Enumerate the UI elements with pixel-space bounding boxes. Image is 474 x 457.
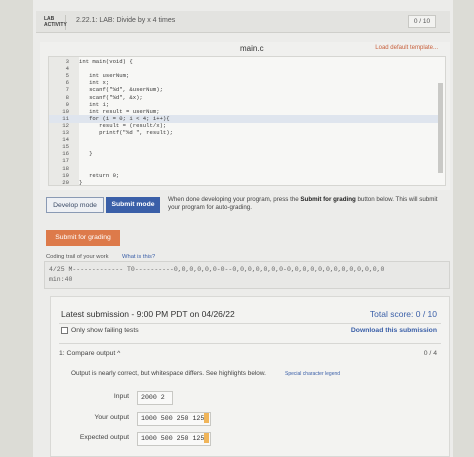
help-prefix: When done developing your program, press… — [168, 196, 301, 203]
code-text: printf("%d ", result); — [79, 129, 173, 136]
expected-output-label: Expected output — [79, 434, 129, 441]
submit-help-text: When done developing your program, press… — [168, 196, 443, 212]
trail-line-1: 4/25 M------------- T0----------0,0,0,0,… — [49, 266, 385, 273]
expected-output-value: 1000 500 250 125 — [141, 435, 205, 442]
trail-line-2: min:40 — [49, 276, 73, 283]
code-text: } — [79, 150, 93, 158]
your-output-value: 1000 500 250 125 — [141, 415, 205, 422]
only-failing-label[interactable]: Only show failing tests — [71, 327, 139, 334]
lab-title: 2.22.1: LAB: Divide by x 4 times — [76, 17, 176, 24]
code-text: scanf("%d", &x); — [79, 93, 143, 101]
input-label: Input — [113, 393, 129, 400]
develop-mode-button[interactable]: Develop mode — [46, 197, 104, 213]
whitespace-highlight — [204, 433, 210, 444]
code-text: for (i = 0; i < 4; i++){ — [79, 114, 170, 122]
load-default-template-link[interactable]: Load default template... — [375, 45, 438, 51]
code-text: int main(void) { — [79, 58, 133, 65]
your-output-box: 1000 500 250 125 — [137, 412, 211, 426]
editor-panel: main.c Load default template... 3 int mai… — [40, 42, 450, 190]
expected-output-box: 1000 500 250 125 — [137, 432, 211, 446]
file-name: main.c — [240, 44, 264, 53]
coding-trail: 4/25 M------------- T0----------0,0,0,0,… — [44, 261, 450, 289]
coding-trail-label: Coding trail of your work — [46, 254, 109, 260]
code-text: int userNum; — [79, 72, 130, 80]
help-bold: Submit for grading — [300, 196, 356, 203]
lab-header: LAB ACTIVITY 2.22.1: LAB: Divide by x 4 … — [36, 11, 450, 33]
code-text: int x; — [79, 79, 110, 87]
code-line[interactable]: 20} — [49, 178, 439, 186]
whitespace-highlight — [204, 413, 210, 424]
lab-activity-badge: LAB ACTIVITY — [44, 15, 67, 30]
editor-scrollbar[interactable] — [438, 83, 443, 173]
divider — [59, 323, 441, 324]
special-character-legend-link[interactable]: Special character legend — [285, 371, 340, 377]
code-text: int result = userNum; — [79, 107, 160, 115]
line-number: 20 — [62, 178, 69, 186]
your-output-label: Your output — [94, 414, 129, 421]
submit-for-grading-button[interactable]: Submit for grading — [46, 230, 120, 246]
results-panel: Latest submission - 9:00 PM PDT on 04/26… — [50, 296, 450, 457]
code-text: result = (result/x); — [79, 121, 167, 129]
compare-output-toggle[interactable]: 1: Compare output ^ — [59, 350, 120, 357]
code-text: int i; — [79, 100, 110, 108]
total-score: Total score: 0 / 10 — [369, 309, 437, 319]
code-text: return 0; — [79, 171, 120, 179]
code-editor[interactable]: 3 int main(void) {4 5 int userNum; 6 int x;… — [48, 56, 446, 186]
lab-score: 0 / 10 — [408, 15, 436, 28]
code-text: } — [79, 178, 83, 186]
divider — [59, 343, 441, 344]
input-value: 2000 2 — [137, 391, 173, 405]
only-failing-checkbox[interactable] — [61, 327, 68, 334]
code-text: scanf("%d", &userNum); — [79, 86, 163, 94]
download-submission-link[interactable]: Download this submission — [351, 327, 437, 334]
what-is-this-link[interactable]: What is this? — [122, 254, 155, 260]
whitespace-message: Output is nearly correct, but whitespace… — [71, 370, 266, 377]
latest-submission: Latest submission - 9:00 PM PDT on 04/26… — [61, 309, 235, 319]
submit-mode-button[interactable]: Submit mode — [106, 197, 160, 213]
compare-output-score: 0 / 4 — [423, 350, 437, 357]
